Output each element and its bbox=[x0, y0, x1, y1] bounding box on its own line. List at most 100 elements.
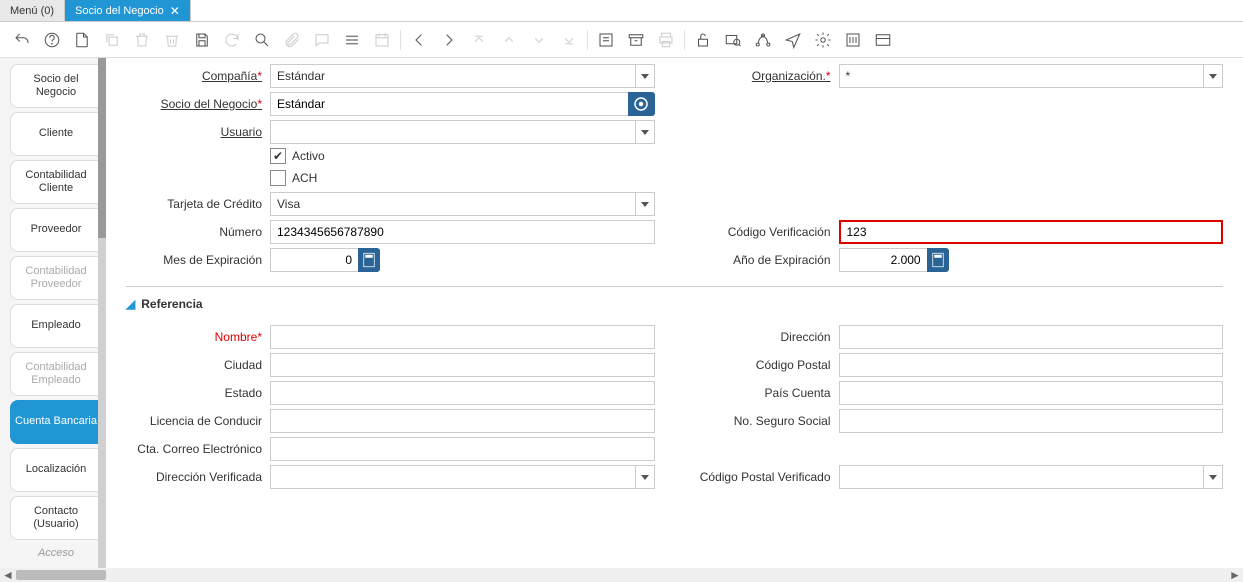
ach-checkbox[interactable] bbox=[270, 170, 286, 186]
organizacion-combo[interactable]: * bbox=[839, 64, 1224, 88]
scroll-left-icon[interactable]: ◄ bbox=[0, 568, 16, 582]
nss-input[interactable] bbox=[839, 409, 1224, 433]
socio-label[interactable]: Socio del Negocio* bbox=[126, 97, 270, 111]
compania-label[interactable]: Compañía* bbox=[126, 69, 270, 83]
dirver-combo[interactable] bbox=[270, 465, 655, 489]
delete-button bbox=[128, 26, 156, 54]
sidebar-item-label: Contabilidad Cliente bbox=[13, 169, 99, 195]
numero-input[interactable] bbox=[270, 220, 655, 244]
nombre-label: Nombre* bbox=[126, 330, 270, 344]
zoom-button[interactable] bbox=[719, 26, 747, 54]
csv-import-button[interactable] bbox=[869, 26, 897, 54]
new-button[interactable] bbox=[68, 26, 96, 54]
socio-input[interactable] bbox=[270, 92, 629, 116]
pais-input[interactable] bbox=[839, 381, 1224, 405]
direccion-label: Dirección bbox=[695, 330, 839, 344]
nav-next-button[interactable] bbox=[435, 26, 463, 54]
ciudad-input[interactable] bbox=[270, 353, 655, 377]
grid-toggle-button[interactable] bbox=[338, 26, 366, 54]
tab-socio-negocio[interactable]: Socio del Negocio ✕ bbox=[65, 0, 191, 21]
undo-button[interactable] bbox=[8, 26, 36, 54]
dropdown-icon[interactable] bbox=[635, 64, 655, 88]
sidebar-item-label: Cliente bbox=[39, 127, 73, 140]
tab-menu[interactable]: Menú (0) bbox=[0, 0, 65, 21]
dropdown-icon[interactable] bbox=[635, 465, 655, 489]
codver-input[interactable] bbox=[839, 220, 1224, 244]
pais-label: País Cuenta bbox=[695, 386, 839, 400]
nss-label: No. Seguro Social bbox=[695, 414, 839, 428]
usuario-label[interactable]: Usuario bbox=[126, 125, 270, 139]
archive-button[interactable] bbox=[622, 26, 650, 54]
sidebar-item-cliente[interactable]: Cliente bbox=[10, 112, 102, 156]
licencia-label: Licencia de Conducir bbox=[126, 414, 270, 428]
calculator-icon[interactable] bbox=[358, 248, 380, 272]
activo-label: Activo bbox=[292, 149, 325, 163]
activo-checkbox[interactable] bbox=[270, 148, 286, 164]
lookup-icon[interactable] bbox=[628, 92, 654, 116]
mesexp-input[interactable] bbox=[270, 248, 359, 272]
email-label: Cta. Correo Electrónico bbox=[126, 442, 270, 456]
nombre-input[interactable] bbox=[270, 325, 655, 349]
horizontal-scrollbar[interactable]: ◄ ► bbox=[0, 568, 1243, 582]
sidebar-item-label: Contabilidad Proveedor bbox=[13, 265, 99, 291]
sidebar-item-label: Localización bbox=[26, 463, 87, 476]
email-input[interactable] bbox=[270, 437, 655, 461]
sidebar-item-label: Cuenta Bancaria bbox=[15, 415, 97, 428]
numero-label: Número bbox=[126, 225, 270, 239]
dropdown-icon[interactable] bbox=[1203, 64, 1223, 88]
cp-label: Código Postal bbox=[695, 358, 839, 372]
sidebar-item-contabilidad-cliente[interactable]: Contabilidad Cliente bbox=[10, 160, 102, 204]
section-referencia-header[interactable]: ◢ Referencia bbox=[126, 297, 1223, 313]
sidebar: Socio del Negocio Cliente Contabilidad C… bbox=[0, 58, 106, 582]
product-info-button[interactable] bbox=[839, 26, 867, 54]
licencia-input[interactable] bbox=[270, 409, 655, 433]
sidebar-item-empleado[interactable]: Empleado bbox=[10, 304, 102, 348]
send-button[interactable] bbox=[779, 26, 807, 54]
sidebar-item-acceso[interactable]: Acceso bbox=[10, 544, 102, 564]
anoexp-input[interactable] bbox=[839, 248, 928, 272]
ciudad-label: Ciudad bbox=[126, 358, 270, 372]
workflow-button[interactable] bbox=[749, 26, 777, 54]
dropdown-icon[interactable] bbox=[635, 120, 655, 144]
tarjeta-combo[interactable]: Visa bbox=[270, 192, 655, 216]
sidebar-scrollbar[interactable] bbox=[98, 58, 106, 582]
calculator-icon[interactable] bbox=[927, 248, 949, 272]
dropdown-icon[interactable] bbox=[635, 192, 655, 216]
attach-button bbox=[278, 26, 306, 54]
sidebar-item-label: Proveedor bbox=[31, 223, 82, 236]
close-icon[interactable]: ✕ bbox=[170, 4, 180, 18]
nav-last-button bbox=[555, 26, 583, 54]
sidebar-item-label: Contacto (Usuario) bbox=[13, 505, 99, 531]
nav-prev-button[interactable] bbox=[405, 26, 433, 54]
sidebar-item-contabilidad-empleado[interactable]: Contabilidad Empleado bbox=[10, 352, 102, 396]
dirver-label: Dirección Verificada bbox=[126, 470, 270, 484]
mesexp-label: Mes de Expiración bbox=[126, 253, 270, 267]
report-button[interactable] bbox=[592, 26, 620, 54]
sidebar-item-cuenta-bancaria[interactable]: Cuenta Bancaria bbox=[10, 400, 102, 444]
cp-input[interactable] bbox=[839, 353, 1224, 377]
cpver-combo[interactable] bbox=[839, 465, 1224, 489]
sidebar-item-contacto[interactable]: Contacto (Usuario) bbox=[10, 496, 102, 540]
save-button[interactable] bbox=[188, 26, 216, 54]
codver-label: Código Verificación bbox=[695, 225, 839, 239]
nav-down-button bbox=[525, 26, 553, 54]
settings-button[interactable] bbox=[809, 26, 837, 54]
lock-button[interactable] bbox=[689, 26, 717, 54]
nav-first-button bbox=[465, 26, 493, 54]
search-button[interactable] bbox=[248, 26, 276, 54]
ach-label: ACH bbox=[292, 171, 317, 185]
tab-label: Socio del Negocio bbox=[75, 5, 164, 17]
sidebar-item-localizacion[interactable]: Localización bbox=[10, 448, 102, 492]
dropdown-icon[interactable] bbox=[1203, 465, 1223, 489]
scroll-right-icon[interactable]: ► bbox=[1227, 568, 1243, 582]
help-button[interactable] bbox=[38, 26, 66, 54]
collapse-icon[interactable]: ◢ bbox=[126, 297, 135, 311]
organizacion-label[interactable]: Organización.* bbox=[695, 69, 839, 83]
direccion-input[interactable] bbox=[839, 325, 1224, 349]
sidebar-item-contabilidad-proveedor[interactable]: Contabilidad Proveedor bbox=[10, 256, 102, 300]
usuario-combo[interactable] bbox=[270, 120, 655, 144]
sidebar-item-proveedor[interactable]: Proveedor bbox=[10, 208, 102, 252]
estado-input[interactable] bbox=[270, 381, 655, 405]
compania-combo[interactable]: Estándar bbox=[270, 64, 655, 88]
sidebar-item-socio-negocio[interactable]: Socio del Negocio bbox=[10, 64, 102, 108]
